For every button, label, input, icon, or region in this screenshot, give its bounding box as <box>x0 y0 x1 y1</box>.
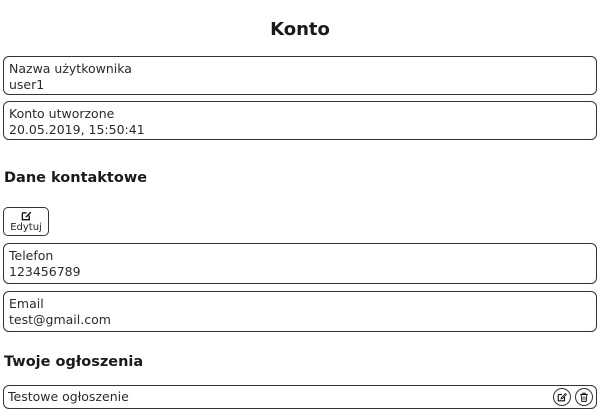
phone-label: Telefon <box>9 248 54 263</box>
email-label: Email <box>9 296 44 311</box>
edit-contact-button[interactable]: Edytuj <box>3 207 49 236</box>
phone-field: Telefon 123456789 <box>3 243 597 284</box>
trash-icon <box>580 392 588 402</box>
edit-icon <box>21 211 31 220</box>
account-page: Konto Nazwa użytkownika user1 Konto utwo… <box>0 0 600 411</box>
page-title: Konto <box>270 19 330 40</box>
contact-heading: Dane kontaktowe <box>4 170 148 186</box>
account-created-label: Konto utworzone <box>9 106 115 121</box>
ad-title[interactable]: Testowe ogłoszenie <box>8 389 129 405</box>
edit-icon <box>557 392 567 402</box>
ad-list-item[interactable]: Testowe ogłoszenie <box>3 385 597 409</box>
edit-contact-label: Edytuj <box>10 221 42 233</box>
phone-value: 123456789 <box>9 264 81 279</box>
account-created-value: 20.05.2019, 15:50:41 <box>9 122 145 137</box>
username-value: user1 <box>9 77 45 92</box>
email-value: test@gmail.com <box>9 312 111 327</box>
email-field: Email test@gmail.com <box>3 291 597 332</box>
ads-heading: Twoje ogłoszenia <box>4 354 144 370</box>
username-label: Nazwa użytkownika <box>9 61 132 76</box>
delete-ad-button[interactable] <box>575 388 593 406</box>
username-field: Nazwa użytkownika user1 <box>3 56 597 95</box>
edit-ad-button[interactable] <box>553 388 571 406</box>
account-created-field: Konto utworzone 20.05.2019, 15:50:41 <box>3 101 597 140</box>
